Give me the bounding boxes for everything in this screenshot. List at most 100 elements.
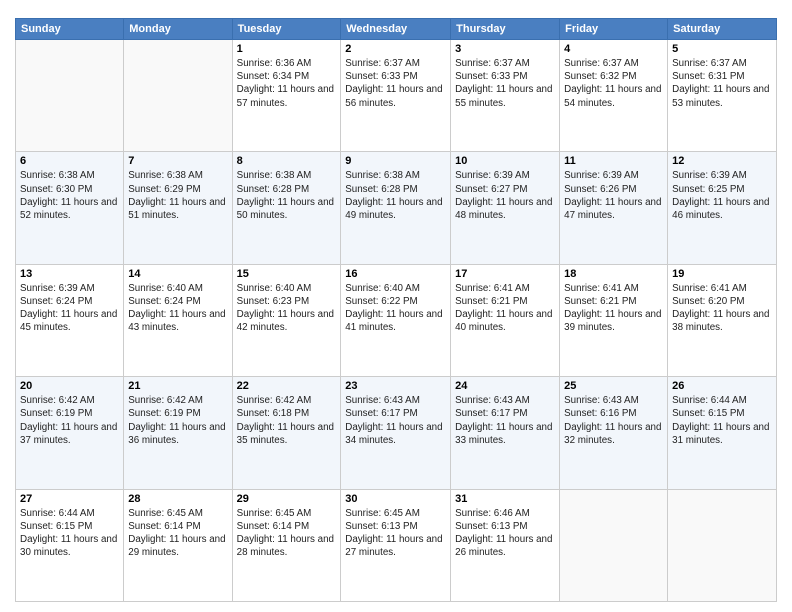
day-header-saturday: Saturday — [668, 19, 777, 40]
calendar-cell: 10Sunrise: 6:39 AMSunset: 6:27 PMDayligh… — [451, 152, 560, 264]
cell-info: Sunrise: 6:42 AMSunset: 6:18 PMDaylight:… — [237, 394, 337, 447]
calendar-cell — [124, 40, 232, 152]
day-number: 2 — [345, 43, 446, 55]
day-header-sunday: Sunday — [16, 19, 124, 40]
cell-info: Sunrise: 6:38 AMSunset: 6:28 PMDaylight:… — [237, 169, 337, 222]
calendar-cell: 7 Sunrise: 6:38 AMSunset: 6:29 PMDaylight… — [124, 152, 232, 264]
day-number: 11 — [564, 155, 663, 167]
cell-info: Sunrise: 6:37 AMSunset: 6:31 PMDaylight:… — [672, 57, 772, 110]
day-number: 14 — [128, 268, 227, 280]
day-number: 12 — [672, 155, 772, 167]
day-number: 24 — [455, 380, 555, 392]
calendar-cell: 20 Sunrise: 6:42 AMSunset: 6:19 PMDayligh… — [16, 377, 124, 489]
day-number: 1 — [237, 43, 337, 55]
day-number: 22 — [237, 380, 337, 392]
cell-info: Sunrise: 6:42 AMSunset: 6:19 PMDaylight:… — [20, 394, 119, 447]
calendar-cell: 29 Sunrise: 6:45 AMSunset: 6:14 PMDayligh… — [232, 489, 341, 601]
day-number: 8 — [237, 155, 337, 167]
day-number: 13 — [20, 268, 119, 280]
calendar-cell: 28 Sunrise: 6:45 AMSunset: 6:14 PMDayligh… — [124, 489, 232, 601]
day-number: 20 — [20, 380, 119, 392]
calendar-cell: 6 Sunrise: 6:38 AMSunset: 6:30 PMDaylight… — [16, 152, 124, 264]
calendar-cell: 31Sunrise: 6:46 AMSunset: 6:13 PMDayligh… — [451, 489, 560, 601]
calendar-cell: 23 Sunrise: 6:43 AMSunset: 6:17 PMDayligh… — [341, 377, 451, 489]
cell-info: Sunrise: 6:39 AMSunset: 6:27 PMDaylight:… — [455, 169, 555, 222]
cell-info: Sunrise: 6:37 AMSunset: 6:33 PMDaylight:… — [455, 57, 555, 110]
cell-info: Sunrise: 6:37 AMSunset: 6:33 PMDaylight:… — [345, 57, 446, 110]
day-number: 7 — [128, 155, 227, 167]
calendar-cell — [668, 489, 777, 601]
cell-info: Sunrise: 6:38 AMSunset: 6:29 PMDaylight:… — [128, 169, 227, 222]
cell-info: Sunrise: 6:45 AMSunset: 6:14 PMDaylight:… — [128, 507, 227, 560]
day-number: 15 — [237, 268, 337, 280]
calendar-cell: 9Sunrise: 6:38 AMSunset: 6:28 PMDaylight… — [341, 152, 451, 264]
cell-info: Sunrise: 6:43 AMSunset: 6:16 PMDaylight:… — [564, 394, 663, 447]
calendar-cell: 14 Sunrise: 6:40 AMSunset: 6:24 PMDayligh… — [124, 264, 232, 376]
calendar-cell: 24 Sunrise: 6:43 AMSunset: 6:17 PMDayligh… — [451, 377, 560, 489]
day-number: 17 — [455, 268, 555, 280]
day-number: 3 — [455, 43, 555, 55]
cell-info: Sunrise: 6:37 AMSunset: 6:32 PMDaylight:… — [564, 57, 663, 110]
day-number: 4 — [564, 43, 663, 55]
calendar-cell: 22 Sunrise: 6:42 AMSunset: 6:18 PMDayligh… — [232, 377, 341, 489]
day-number: 19 — [672, 268, 772, 280]
calendar-cell: 3 Sunrise: 6:37 AMSunset: 6:33 PMDaylight… — [451, 40, 560, 152]
cell-info: Sunrise: 6:44 AMSunset: 6:15 PMDaylight:… — [672, 394, 772, 447]
calendar-cell: 4 Sunrise: 6:37 AMSunset: 6:32 PMDaylight… — [560, 40, 668, 152]
day-number: 29 — [237, 493, 337, 505]
calendar-week-5: 27Sunrise: 6:44 AMSunset: 6:15 PMDayligh… — [16, 489, 777, 601]
cell-info: Sunrise: 6:38 AMSunset: 6:30 PMDaylight:… — [20, 169, 119, 222]
day-number: 16 — [345, 268, 446, 280]
day-number: 6 — [20, 155, 119, 167]
page: General Blue SundayMondayTuesdayWednesda… — [0, 0, 792, 612]
day-header-monday: Monday — [124, 19, 232, 40]
day-number: 23 — [345, 380, 446, 392]
cell-info: Sunrise: 6:41 AMSunset: 6:20 PMDaylight:… — [672, 282, 772, 335]
calendar-cell: 1 Sunrise: 6:36 AMSunset: 6:34 PMDaylight… — [232, 40, 341, 152]
cell-info: Sunrise: 6:40 AMSunset: 6:22 PMDaylight:… — [345, 282, 446, 335]
cell-info: Sunrise: 6:41 AMSunset: 6:21 PMDaylight:… — [455, 282, 555, 335]
calendar-week-2: 6 Sunrise: 6:38 AMSunset: 6:30 PMDaylight… — [16, 152, 777, 264]
calendar-cell: 26 Sunrise: 6:44 AMSunset: 6:15 PMDayligh… — [668, 377, 777, 489]
day-number: 27 — [20, 493, 119, 505]
calendar-cell: 30Sunrise: 6:45 AMSunset: 6:13 PMDayligh… — [341, 489, 451, 601]
cell-info: Sunrise: 6:45 AMSunset: 6:14 PMDaylight:… — [237, 507, 337, 560]
cell-info: Sunrise: 6:43 AMSunset: 6:17 PMDaylight:… — [455, 394, 555, 447]
calendar-cell: 8 Sunrise: 6:38 AMSunset: 6:28 PMDaylight… — [232, 152, 341, 264]
calendar-cell — [560, 489, 668, 601]
calendar-cell: 21Sunrise: 6:42 AMSunset: 6:19 PMDayligh… — [124, 377, 232, 489]
cell-info: Sunrise: 6:41 AMSunset: 6:21 PMDaylight:… — [564, 282, 663, 335]
cell-info: Sunrise: 6:40 AMSunset: 6:24 PMDaylight:… — [128, 282, 227, 335]
cell-info: Sunrise: 6:36 AMSunset: 6:34 PMDaylight:… — [237, 57, 337, 110]
calendar-cell: 2 Sunrise: 6:37 AMSunset: 6:33 PMDaylight… — [341, 40, 451, 152]
calendar-cell: 27Sunrise: 6:44 AMSunset: 6:15 PMDayligh… — [16, 489, 124, 601]
calendar-cell: 19 Sunrise: 6:41 AMSunset: 6:20 PMDayligh… — [668, 264, 777, 376]
cell-info: Sunrise: 6:39 AMSunset: 6:24 PMDaylight:… — [20, 282, 119, 335]
calendar-cell: 18Sunrise: 6:41 AMSunset: 6:21 PMDayligh… — [560, 264, 668, 376]
day-number: 21 — [128, 380, 227, 392]
calendar-week-1: 1 Sunrise: 6:36 AMSunset: 6:34 PMDaylight… — [16, 40, 777, 152]
calendar-cell: 17 Sunrise: 6:41 AMSunset: 6:21 PMDayligh… — [451, 264, 560, 376]
calendar-cell — [16, 40, 124, 152]
calendar-cell: 11Sunrise: 6:39 AMSunset: 6:26 PMDayligh… — [560, 152, 668, 264]
calendar-cell: 13 Sunrise: 6:39 AMSunset: 6:24 PMDayligh… — [16, 264, 124, 376]
calendar-cell: 15Sunrise: 6:40 AMSunset: 6:23 PMDayligh… — [232, 264, 341, 376]
calendar-cell: 12Sunrise: 6:39 AMSunset: 6:25 PMDayligh… — [668, 152, 777, 264]
calendar-week-3: 13 Sunrise: 6:39 AMSunset: 6:24 PMDayligh… — [16, 264, 777, 376]
day-header-friday: Friday — [560, 19, 668, 40]
day-number: 25 — [564, 380, 663, 392]
day-number: 26 — [672, 380, 772, 392]
calendar-header-row: SundayMondayTuesdayWednesdayThursdayFrid… — [16, 19, 777, 40]
day-number: 9 — [345, 155, 446, 167]
cell-info: Sunrise: 6:43 AMSunset: 6:17 PMDaylight:… — [345, 394, 446, 447]
cell-info: Sunrise: 6:46 AMSunset: 6:13 PMDaylight:… — [455, 507, 555, 560]
calendar-week-4: 20 Sunrise: 6:42 AMSunset: 6:19 PMDayligh… — [16, 377, 777, 489]
day-number: 30 — [345, 493, 446, 505]
calendar-cell: 25 Sunrise: 6:43 AMSunset: 6:16 PMDayligh… — [560, 377, 668, 489]
day-header-wednesday: Wednesday — [341, 19, 451, 40]
day-header-tuesday: Tuesday — [232, 19, 341, 40]
calendar-table: SundayMondayTuesdayWednesdayThursdayFrid… — [15, 18, 777, 602]
day-number: 5 — [672, 43, 772, 55]
day-header-thursday: Thursday — [451, 19, 560, 40]
day-number: 28 — [128, 493, 227, 505]
